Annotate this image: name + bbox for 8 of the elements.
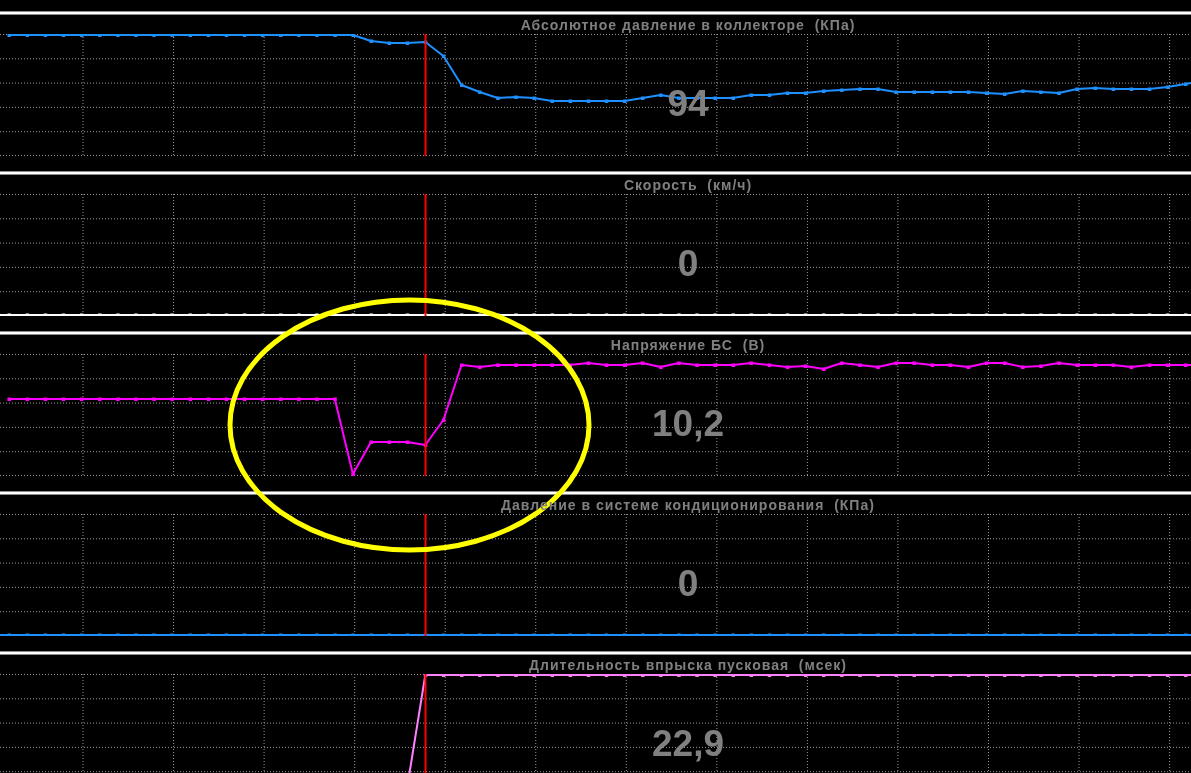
- chart-title: Напряжение БС (В): [610, 336, 766, 353]
- value-readout: 0: [677, 564, 699, 604]
- value-readout: 22,9: [652, 724, 724, 764]
- chart-title: Скорость (км/ч): [623, 176, 753, 193]
- value-readout: 10,2: [652, 404, 724, 444]
- value-readout: 0: [677, 244, 699, 284]
- chart-title: Абсолютное давление в коллекторе (КПа): [520, 16, 856, 33]
- chart-title: Длительность впрыска пусковая (мсек): [529, 656, 847, 673]
